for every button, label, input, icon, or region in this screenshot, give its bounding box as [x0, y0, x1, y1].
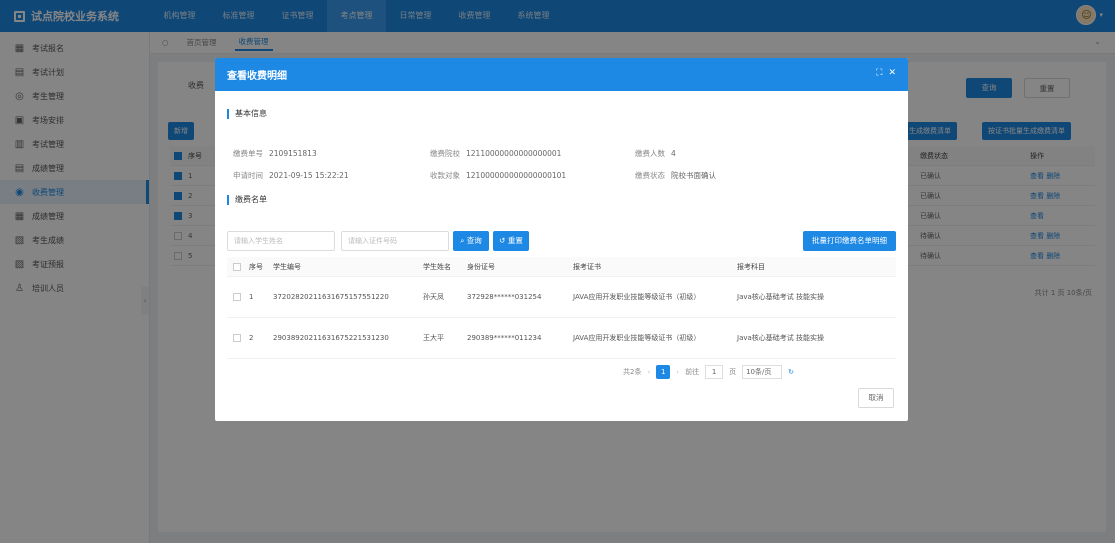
table-header: 序号 学生编号 学生姓名 身份证号 报考证书 报考科目 — [227, 257, 896, 277]
table-row[interactable]: 2 29038920211631675221531230 王大平 290389****… — [227, 318, 896, 359]
row-id-number: 290389******011234 — [467, 334, 542, 342]
row-subjects: Java核心基础考试 技能实操 — [737, 292, 825, 301]
pager-total: 共2条 — [623, 368, 642, 376]
maximize-icon[interactable]: ⛶ — [876, 68, 882, 78]
row-id-number: 372928******031254 — [467, 293, 542, 301]
order-no: 缴费单号 2109151813 — [233, 149, 317, 158]
row-checkbox[interactable] — [233, 293, 241, 301]
table-row[interactable]: 1 37202820211631675157551220 孙天凤 372928****… — [227, 277, 896, 318]
payee: 收款对象 121000000000000000101 — [430, 171, 567, 180]
row-student-no: 29038920211631675221531230 — [273, 334, 389, 342]
col-index: 序号 — [249, 262, 263, 271]
fee-status: 缴费状态 院校书面确认 — [635, 171, 716, 180]
section-fee-list: 缴费名单 — [227, 194, 267, 205]
row-index: 1 — [249, 293, 254, 301]
prev-page-icon[interactable]: ‹ — [647, 368, 650, 376]
col-id-number: 身份证号 — [467, 262, 495, 271]
row-student-no: 37202820211631675157551220 — [273, 293, 389, 301]
col-certificate: 报考证书 — [573, 262, 601, 271]
page-size-select[interactable]: 10条/页 — [742, 365, 783, 379]
goto-label: 前往 — [685, 368, 700, 376]
row-certificate: JAVA应用开发职业技能等级证书（初级） — [573, 334, 701, 342]
refresh-icon[interactable]: ↻ — [788, 368, 794, 376]
col-student-name: 学生姓名 — [423, 262, 451, 271]
modal-header: 查看收费明细 — [215, 58, 908, 91]
modal-reset-button[interactable]: ↺ 重置 — [493, 231, 529, 251]
col-subjects: 报考科目 — [737, 262, 765, 271]
fee-school: 缴费院校 12110000000000000001 — [430, 149, 562, 158]
row-checkbox[interactable] — [233, 334, 241, 342]
fee-count: 缴费人数 4 — [635, 149, 676, 158]
cancel-button[interactable]: 取消 — [858, 388, 894, 408]
goto-unit: 页 — [729, 368, 737, 376]
col-student-no: 学生编号 — [273, 262, 301, 271]
fee-detail-modal: 查看收费明细 ⛶ ✕ 基本信息 缴费单号 2109151813 缴费院校 12110… — [215, 58, 908, 421]
next-page-icon[interactable]: › — [676, 368, 679, 376]
row-subjects: Java核心基础考试 技能实操 — [737, 333, 825, 342]
row-index: 2 — [249, 334, 254, 342]
row-certificate: JAVA应用开发职业技能等级证书（初级） — [573, 293, 701, 301]
row-student-name: 王大平 — [423, 334, 444, 342]
fee-list-table: 序号 学生编号 学生姓名 身份证号 报考证书 报考科目 1 37202820211… — [227, 257, 896, 359]
modal-title: 查看收费明细 — [227, 71, 287, 82]
goto-page-input[interactable]: 1 — [705, 365, 724, 379]
section-basic-info: 基本信息 — [227, 108, 267, 119]
student-name-input[interactable]: 请输入学生姓名 — [227, 231, 335, 251]
page-1[interactable]: 1 — [656, 365, 671, 379]
apply-time: 申请时间 2021-09-15 15:22:21 — [233, 171, 349, 180]
batch-print-button[interactable]: 批量打印缴费名单明细 — [803, 231, 896, 251]
select-all-checkbox[interactable] — [233, 262, 241, 271]
close-icon[interactable]: ✕ — [888, 68, 896, 78]
row-student-name: 孙天凤 — [423, 293, 444, 301]
modal-pagination: 共2条 ‹ 1 › 前往 1 页 10条/页 ↻ — [623, 365, 794, 379]
id-number-input[interactable]: 请输入证件号码 — [341, 231, 449, 251]
modal-query-button[interactable]: ⌕ 查询 — [453, 231, 489, 251]
